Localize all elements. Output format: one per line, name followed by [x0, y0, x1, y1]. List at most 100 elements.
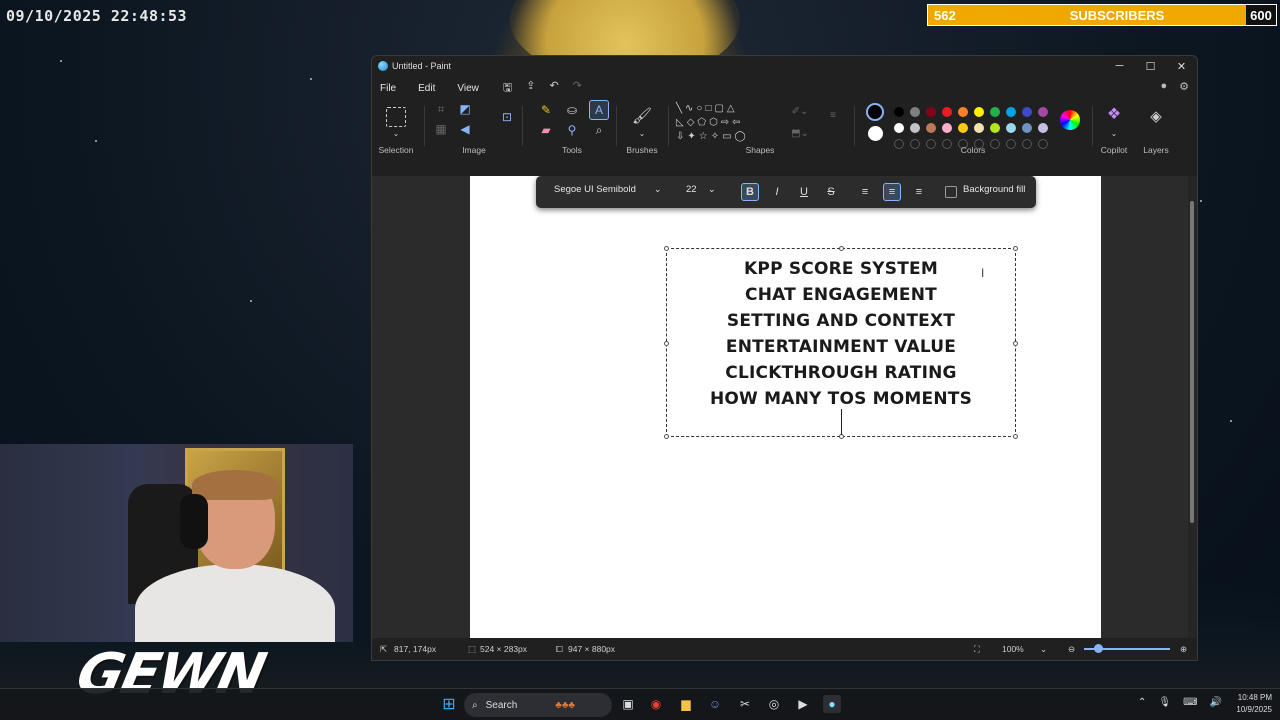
drawing-canvas[interactable]: KPP SCORE SYSTEM CHAT ENGAGEMENT SETTING… [470, 176, 1101, 638]
menu-view[interactable]: View [457, 83, 479, 94]
chevron-down-icon[interactable]: ⌄ [708, 184, 716, 195]
color-swatch[interactable] [1038, 123, 1048, 133]
outline-icon[interactable]: ✐⌄ [788, 104, 812, 118]
undo-icon[interactable]: ↶ [549, 79, 558, 98]
capcut-icon[interactable]: ✂ [736, 695, 754, 713]
color-swatch[interactable] [990, 123, 1000, 133]
fit-to-window-icon[interactable]: ⛶ [974, 644, 980, 655]
strikethrough-button[interactable]: S [822, 183, 840, 201]
redo-icon[interactable]: ↷ [573, 79, 582, 98]
color-swatch[interactable] [942, 123, 952, 133]
chevron-up-icon[interactable]: ⌃ [1138, 697, 1146, 708]
clock-area[interactable]: 10:48 PM 10/9/2025 [1236, 692, 1272, 716]
color-swatch[interactable] [974, 107, 984, 117]
layers-icon[interactable]: ◈ [1146, 106, 1166, 126]
resize-handle[interactable] [1013, 434, 1018, 439]
font-size-select[interactable]: 22 [686, 184, 697, 195]
file-explorer-icon[interactable]: ▆ [677, 695, 695, 713]
color-swatch[interactable] [926, 107, 936, 117]
color-swatch[interactable] [942, 107, 952, 117]
shapes-row-1-icon[interactable]: ╲∿○□▢△ [676, 101, 776, 115]
chevron-down-icon[interactable]: ⌄ [1108, 128, 1120, 138]
resize-handle[interactable] [1013, 246, 1018, 251]
scrollbar-thumb[interactable] [1190, 201, 1194, 523]
align-center-icon[interactable]: ≡ [883, 183, 901, 201]
remove-background-icon[interactable]: ▦ [434, 122, 448, 136]
chevron-down-icon[interactable]: ⌄ [1040, 644, 1047, 655]
zoom-slider-thumb[interactable] [1094, 644, 1103, 653]
primary-color-swatch[interactable] [866, 103, 884, 121]
font-family-select[interactable]: Segoe UI Semibold [554, 184, 636, 195]
pencil-icon[interactable]: ✎ [538, 102, 554, 118]
menu-file[interactable]: File [380, 83, 396, 94]
save-icon[interactable]: 🖫 [503, 79, 512, 98]
rectangle-select-icon[interactable] [386, 107, 406, 127]
network-icon[interactable]: ⌨ [1183, 697, 1197, 708]
resize-handle[interactable] [664, 434, 669, 439]
share-icon[interactable]: ⇪ [526, 79, 535, 98]
color-swatch[interactable] [910, 107, 920, 117]
text-box[interactable]: KPP SCORE SYSTEM CHAT ENGAGEMENT SETTING… [664, 246, 1018, 439]
italic-button[interactable]: I [768, 183, 786, 201]
color-swatch[interactable] [990, 107, 1000, 117]
copilot-icon[interactable]: ❖ [1104, 104, 1124, 124]
text-tool-icon[interactable]: A [589, 100, 609, 120]
fill-bucket-icon[interactable]: ⛀ [564, 102, 580, 118]
resize-icon[interactable]: ◩ [458, 102, 472, 116]
chevron-down-icon[interactable]: ⌄ [390, 128, 402, 138]
menu-edit[interactable]: Edit [418, 83, 435, 94]
minimize-button[interactable]: ─ [1104, 56, 1135, 76]
color-swatch[interactable] [1022, 107, 1032, 117]
chevron-down-icon[interactable]: ⌄ [654, 184, 662, 195]
rotate-icon[interactable]: ◀ [458, 122, 472, 136]
color-swatch[interactable] [1006, 123, 1016, 133]
color-swatch[interactable] [1022, 123, 1032, 133]
resize-handle[interactable] [664, 246, 669, 251]
resize-handle[interactable] [839, 246, 844, 251]
color-swatch[interactable] [958, 107, 968, 117]
zoom-out-icon[interactable]: ⊖ [1068, 644, 1075, 655]
vertical-scrollbar[interactable] [1188, 176, 1197, 638]
windows-start-icon[interactable]: ⊞ [440, 695, 458, 713]
account-icon[interactable]: ● [1160, 80, 1167, 93]
media-player-icon[interactable]: ▶ [794, 695, 812, 713]
color-swatch[interactable] [894, 107, 904, 117]
align-right-icon[interactable]: ≡ [910, 183, 928, 201]
align-left-icon[interactable]: ≡ [856, 183, 874, 201]
settings-gear-icon[interactable]: ⚙ [1179, 80, 1189, 93]
color-swatch[interactable] [1006, 107, 1016, 117]
task-view-icon[interactable]: ▣ [619, 695, 637, 713]
color-swatch[interactable] [1038, 107, 1048, 117]
maximize-button[interactable]: ☐ [1135, 56, 1166, 76]
crop-icon[interactable]: ⌗ [434, 102, 448, 116]
color-swatch[interactable] [926, 123, 936, 133]
paint-taskbar-icon[interactable]: ● [823, 695, 841, 713]
magnifier-icon[interactable]: ⌕ [591, 122, 607, 138]
bold-button[interactable]: B [741, 183, 759, 201]
color-swatch[interactable] [974, 123, 984, 133]
fill-icon[interactable]: ⬒⌄ [788, 126, 812, 140]
obs-icon[interactable]: ◎ [765, 695, 783, 713]
zoom-level[interactable]: 100% [1002, 644, 1024, 654]
underline-button[interactable]: U [795, 183, 813, 201]
shapes-row-3-icon[interactable]: ⇩✦☆✧▭◯ [676, 129, 776, 143]
size-icon[interactable]: ≡ [824, 108, 842, 122]
microphone-icon[interactable]: 🎙 [1158, 697, 1171, 708]
discord-icon[interactable]: ☺ [706, 695, 724, 713]
background-fill-checkbox[interactable] [945, 186, 957, 198]
image-generator-icon[interactable]: ⊡ [498, 108, 516, 126]
color-swatch[interactable] [910, 123, 920, 133]
volume-icon[interactable]: 🔊 [1210, 697, 1222, 708]
shapes-row-2-icon[interactable]: ◺◇⬠⬡⇨⇦ [676, 115, 776, 129]
chevron-down-icon[interactable]: ⌄ [636, 128, 648, 138]
eraser-icon[interactable]: ▰ [538, 122, 554, 138]
color-swatch[interactable] [894, 123, 904, 133]
secondary-color-swatch[interactable] [868, 126, 883, 141]
taskbar-search[interactable]: ⌕ Search ♣♣♣ [464, 693, 612, 717]
color-picker-icon[interactable]: ⚲ [564, 122, 580, 138]
chrome-icon[interactable]: ◉ [647, 695, 665, 713]
zoom-in-icon[interactable]: ⊕ [1180, 644, 1187, 655]
color-swatch[interactable] [958, 123, 968, 133]
edit-colors-icon[interactable] [1060, 110, 1080, 130]
brush-icon[interactable]: 🖌 [632, 105, 652, 127]
